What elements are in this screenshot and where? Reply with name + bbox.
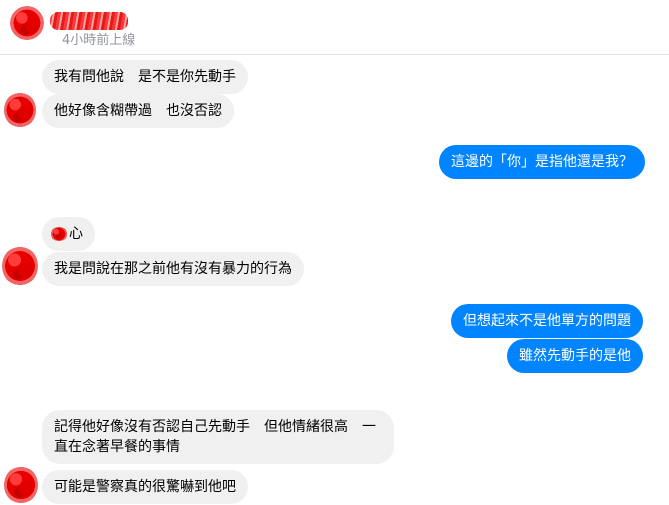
contact-avatar[interactable] [10,6,44,40]
incoming-message: 我有問他說 是不是你先動手 [42,60,248,94]
outgoing-message: 雖然先動手的是他 [507,339,643,373]
sender-avatar [4,466,38,504]
outgoing-message: 這邊的「你」是指他還是我？ [439,145,645,179]
incoming-message: 他好像含糊帶過 也沒否認 [42,94,234,128]
sender-avatar [4,92,36,128]
incoming-message: 我是問說在那之前他有沒有暴力的行為 [42,252,304,286]
redacted-text-scribble [50,227,68,241]
last-active-status: 4小時前上線 [62,33,136,48]
outgoing-message: 但想起來不是他單方的問題 [451,304,643,338]
chat-header: 4小時前上線 [0,0,669,55]
message-text: 心 [69,226,83,242]
contact-name-redacted[interactable] [50,12,128,30]
incoming-message: 可能是警察真的很驚嚇到他吧 [42,470,248,504]
sender-avatar [2,246,38,286]
incoming-message: 心 [42,217,95,251]
incoming-message: 記得他好像沒有否認自己先動手 但他情緒很高 一直在念著早餐的事情 [42,410,394,464]
